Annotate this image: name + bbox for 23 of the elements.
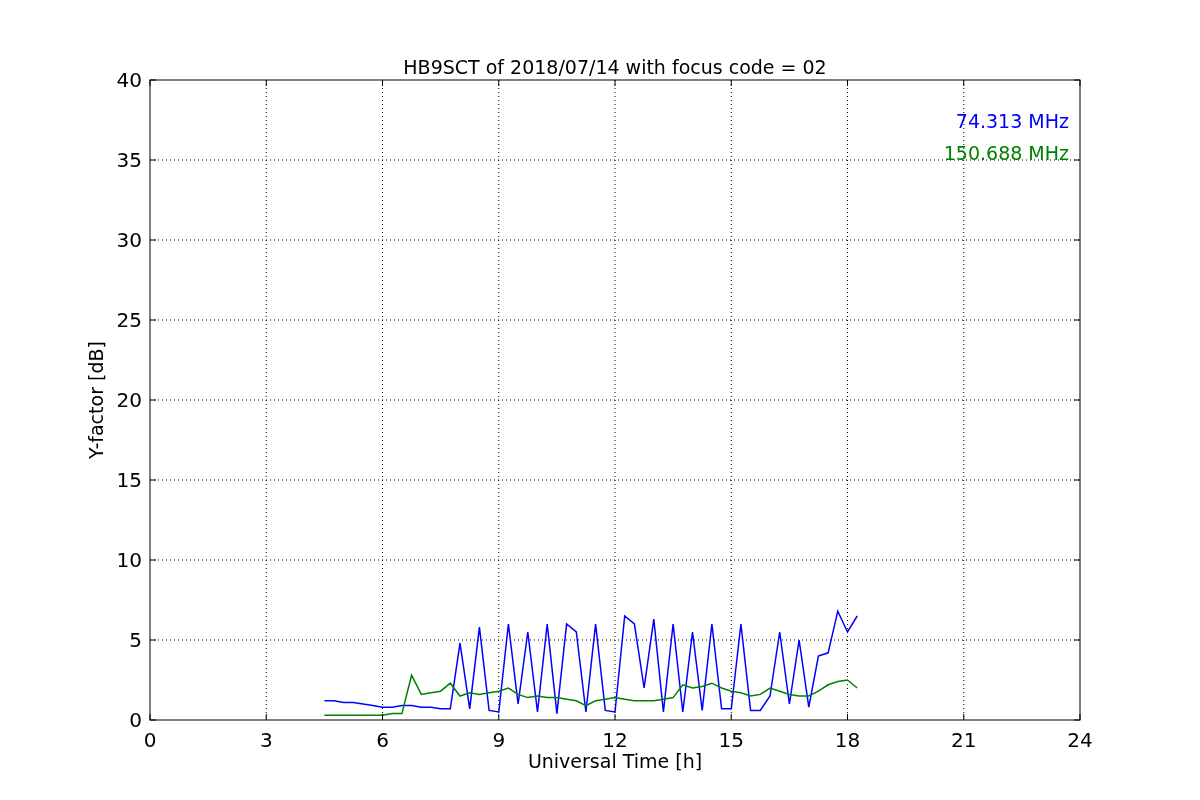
x-tick-label: 6 bbox=[376, 728, 389, 752]
series-label: 150.688 MHz bbox=[943, 142, 1069, 164]
x-tick-label: 15 bbox=[718, 728, 744, 752]
y-tick-label: 35 bbox=[116, 148, 142, 172]
x-axis-label: Universal Time [h] bbox=[527, 750, 703, 772]
series-label: 74.313 MHz bbox=[955, 110, 1069, 132]
x-tick-label: 12 bbox=[602, 728, 628, 752]
y-tick-label: 5 bbox=[129, 628, 142, 652]
x-tick-label: 18 bbox=[834, 728, 861, 752]
y-tick-label: 15 bbox=[116, 468, 142, 492]
y-tick-label: 25 bbox=[116, 308, 142, 332]
x-tick-label: 0 bbox=[143, 728, 157, 752]
x-tick-label: 9 bbox=[492, 728, 506, 752]
y-tick-label: 10 bbox=[116, 548, 142, 572]
x-tick-label: 21 bbox=[951, 728, 977, 752]
y-axis-label: Y-factor [dB] bbox=[85, 341, 107, 459]
y-tick-label: 0 bbox=[129, 708, 142, 732]
x-tick-label: 24 bbox=[1067, 728, 1093, 752]
chart-title: HB9SCT of 2018/07/14 with focus code = 02 bbox=[403, 56, 827, 78]
y-tick-label: 30 bbox=[116, 228, 142, 252]
y-tick-label: 40 bbox=[116, 68, 142, 92]
x-tick-label: 3 bbox=[259, 728, 273, 752]
y-tick-label: 20 bbox=[116, 388, 142, 412]
